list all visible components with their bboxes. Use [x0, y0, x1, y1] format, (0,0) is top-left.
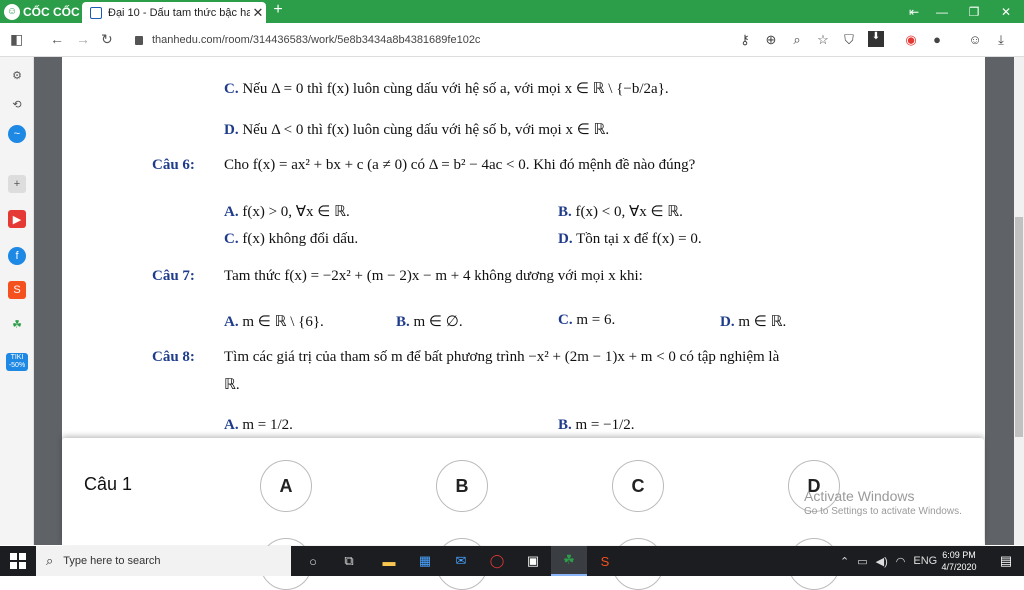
question-8-number: Câu 8: [152, 349, 195, 365]
settings-gear-icon[interactable]: ⚙ [8, 66, 26, 84]
tiki-badge[interactable]: TIKI -50% [6, 353, 28, 371]
taskbar-clock[interactable]: 6:09 PM 4/7/2020 [936, 549, 982, 573]
add-panel-icon[interactable]: + [8, 175, 26, 193]
cortana-icon[interactable]: ○ [295, 546, 331, 576]
download-menu-icon[interactable]: ⤓ [992, 32, 1010, 48]
extension-2-icon[interactable]: ● [928, 32, 946, 47]
app-icon[interactable]: ▣ [515, 546, 551, 576]
coccoc-taskbar-icon[interactable]: ☘ [551, 546, 587, 576]
prev-option-c: C. Nếu Δ = 0 thì f(x) luôn cùng dấu với … [224, 81, 669, 97]
site-favicon-icon [90, 6, 102, 19]
history-icon[interactable]: ⟲ [8, 95, 26, 113]
activate-windows-watermark: Activate Windows Go to Settings to activ… [804, 488, 962, 517]
question-7-stem: Tam thức f(x) = −2x² + (m − 2)x − m + 4 … [224, 268, 643, 284]
answer-option-a[interactable]: A [260, 460, 312, 512]
shopee-icon[interactable]: S [8, 281, 26, 299]
start-button[interactable] [0, 546, 36, 576]
question-7-number: Câu 7: [152, 268, 195, 284]
tab-close-icon[interactable]: ✕ [250, 5, 266, 21]
task-view-icon[interactable]: ⧉ [331, 546, 367, 576]
search-icon: ⌕ [46, 553, 54, 568]
taskbar: ⌕ Type here to search ○ ⧉ ▬ ▦ ✉ ◯ ▣ ☘ S … [0, 546, 1024, 576]
shield-icon[interactable]: ⛉ [840, 32, 858, 48]
windows-logo-icon [10, 553, 26, 569]
notifications-icon[interactable]: ▤ [988, 546, 1024, 576]
facebook-icon[interactable]: f [8, 247, 26, 265]
answer-option-c[interactable]: C [612, 460, 664, 512]
bookmark-star-icon[interactable]: ☆ [814, 32, 832, 48]
restore-button[interactable]: ❐ [956, 0, 992, 23]
close-window-button[interactable]: ✕ [988, 0, 1024, 23]
question-8-stem-cont: ℝ. [224, 377, 240, 393]
page-scrollbar[interactable] [1014, 57, 1024, 545]
question-6-stem: Cho f(x) = ax² + bx + c (a ≠ 0) có Δ = b… [224, 157, 696, 173]
address-toolbar: ◧ ← → ↻ thanhedu.com/room/314436583/work… [0, 23, 1024, 57]
lock-icon [135, 35, 143, 45]
tab-active[interactable]: Đại 10 - Dấu tam thức bậc hai ✕ [82, 2, 266, 23]
browser-brand[interactable]: ☺ CỐC CỐC [0, 0, 80, 23]
question-6-number: Câu 6: [152, 157, 195, 173]
shopee-taskbar-icon[interactable]: S [587, 546, 623, 576]
browser-sidebar: ⚙ ⟲ ~ + ▶ f S ☘ TIKI -50% [0, 57, 34, 545]
mail-icon[interactable]: ✉ [443, 546, 479, 576]
download-icon[interactable]: ⬇ [868, 31, 884, 47]
reload-button[interactable]: ↻ [101, 31, 113, 48]
url-text: thanhedu.com/room/314436583/work/5e8b343… [152, 34, 481, 46]
answer-question-label: Câu 1 [84, 474, 133, 494]
q8-option-a[interactable]: A. m = 1/2. [224, 417, 293, 434]
profile-icon[interactable]: ☺ [966, 32, 984, 47]
activate-title: Activate Windows [804, 488, 915, 504]
scrollbar-thumb[interactable] [1015, 217, 1023, 437]
store-icon[interactable]: ▦ [407, 546, 443, 576]
clock-date: 4/7/2020 [941, 562, 977, 572]
back-button[interactable]: ← [50, 31, 64, 47]
youtube-icon[interactable]: ▶ [8, 210, 26, 228]
tab-title: Đại 10 - Dấu tam thức bậc hai [108, 6, 250, 19]
q7-option-a[interactable]: A. m ∈ ℝ \ {6}. [224, 312, 324, 331]
language-indicator[interactable]: ENG [913, 555, 937, 567]
battery-icon[interactable]: ▭ [857, 555, 867, 568]
q6-option-d[interactable]: D. Tồn tại x để f(x) = 0. [558, 231, 702, 248]
q7-option-d[interactable]: D. m ∈ ℝ. [720, 312, 786, 331]
minimize-button[interactable]: — [924, 0, 960, 23]
volume-icon[interactable]: ◀) [876, 555, 888, 568]
q6-option-b[interactable]: B. f(x) < 0, ∀x ∈ ℝ. [558, 202, 683, 221]
activate-subtitle: Go to Settings to activate Windows. [804, 506, 962, 517]
wifi-icon[interactable]: ◠ [896, 555, 906, 568]
coccoc-logo-icon: ☺ [4, 3, 20, 20]
sidebar-toggle-icon[interactable]: ◧ [10, 31, 23, 48]
question-8-stem: Tìm các giá trị của tham số m để bất phư… [224, 349, 780, 365]
clock-time: 6:09 PM [942, 550, 976, 560]
q6-option-c[interactable]: C. f(x) không đổi dấu. [224, 231, 358, 248]
search-placeholder: Type here to search [63, 555, 161, 567]
tray-overflow-icon[interactable]: ⌃ [840, 555, 849, 568]
zoom-icon[interactable]: ⌕ [788, 32, 806, 48]
coccoc-app-icon[interactable]: ☘ [8, 315, 26, 333]
file-explorer-icon[interactable]: ▬ [371, 546, 407, 576]
forward-button[interactable]: → [76, 31, 90, 47]
q8-option-b[interactable]: B. m = −1/2. [558, 417, 635, 434]
messenger-icon[interactable]: ~ [8, 125, 26, 143]
q7-option-c[interactable]: C. m = 6. [558, 312, 615, 329]
add-icon[interactable]: ⊕ [762, 32, 780, 48]
q6-option-a[interactable]: A. f(x) > 0, ∀x ∈ ℝ. [224, 202, 350, 221]
q7-option-b[interactable]: B. m ∈ ∅. [396, 312, 463, 331]
new-tab-button[interactable]: + [270, 1, 286, 19]
prev-option-d: D. Nếu Δ < 0 thì f(x) luôn cùng dấu với … [224, 122, 610, 138]
extension-icon[interactable]: ◉ [902, 32, 920, 48]
url-bar[interactable]: thanhedu.com/room/314436583/work/5e8b343… [135, 28, 745, 52]
brand-label: CỐC CỐC [23, 4, 80, 19]
title-bar: ☺ CỐC CỐC Đại 10 - Dấu tam thức bậc hai … [0, 0, 1024, 23]
system-tray: ⌃ ▭ ◀) ◠ ENG [840, 546, 937, 576]
taskbar-search-box[interactable]: ⌕ Type here to search [36, 546, 291, 576]
key-icon[interactable]: ⚷ [736, 32, 754, 48]
answer-option-b[interactable]: B [436, 460, 488, 512]
opera-icon[interactable]: ◯ [479, 546, 515, 576]
